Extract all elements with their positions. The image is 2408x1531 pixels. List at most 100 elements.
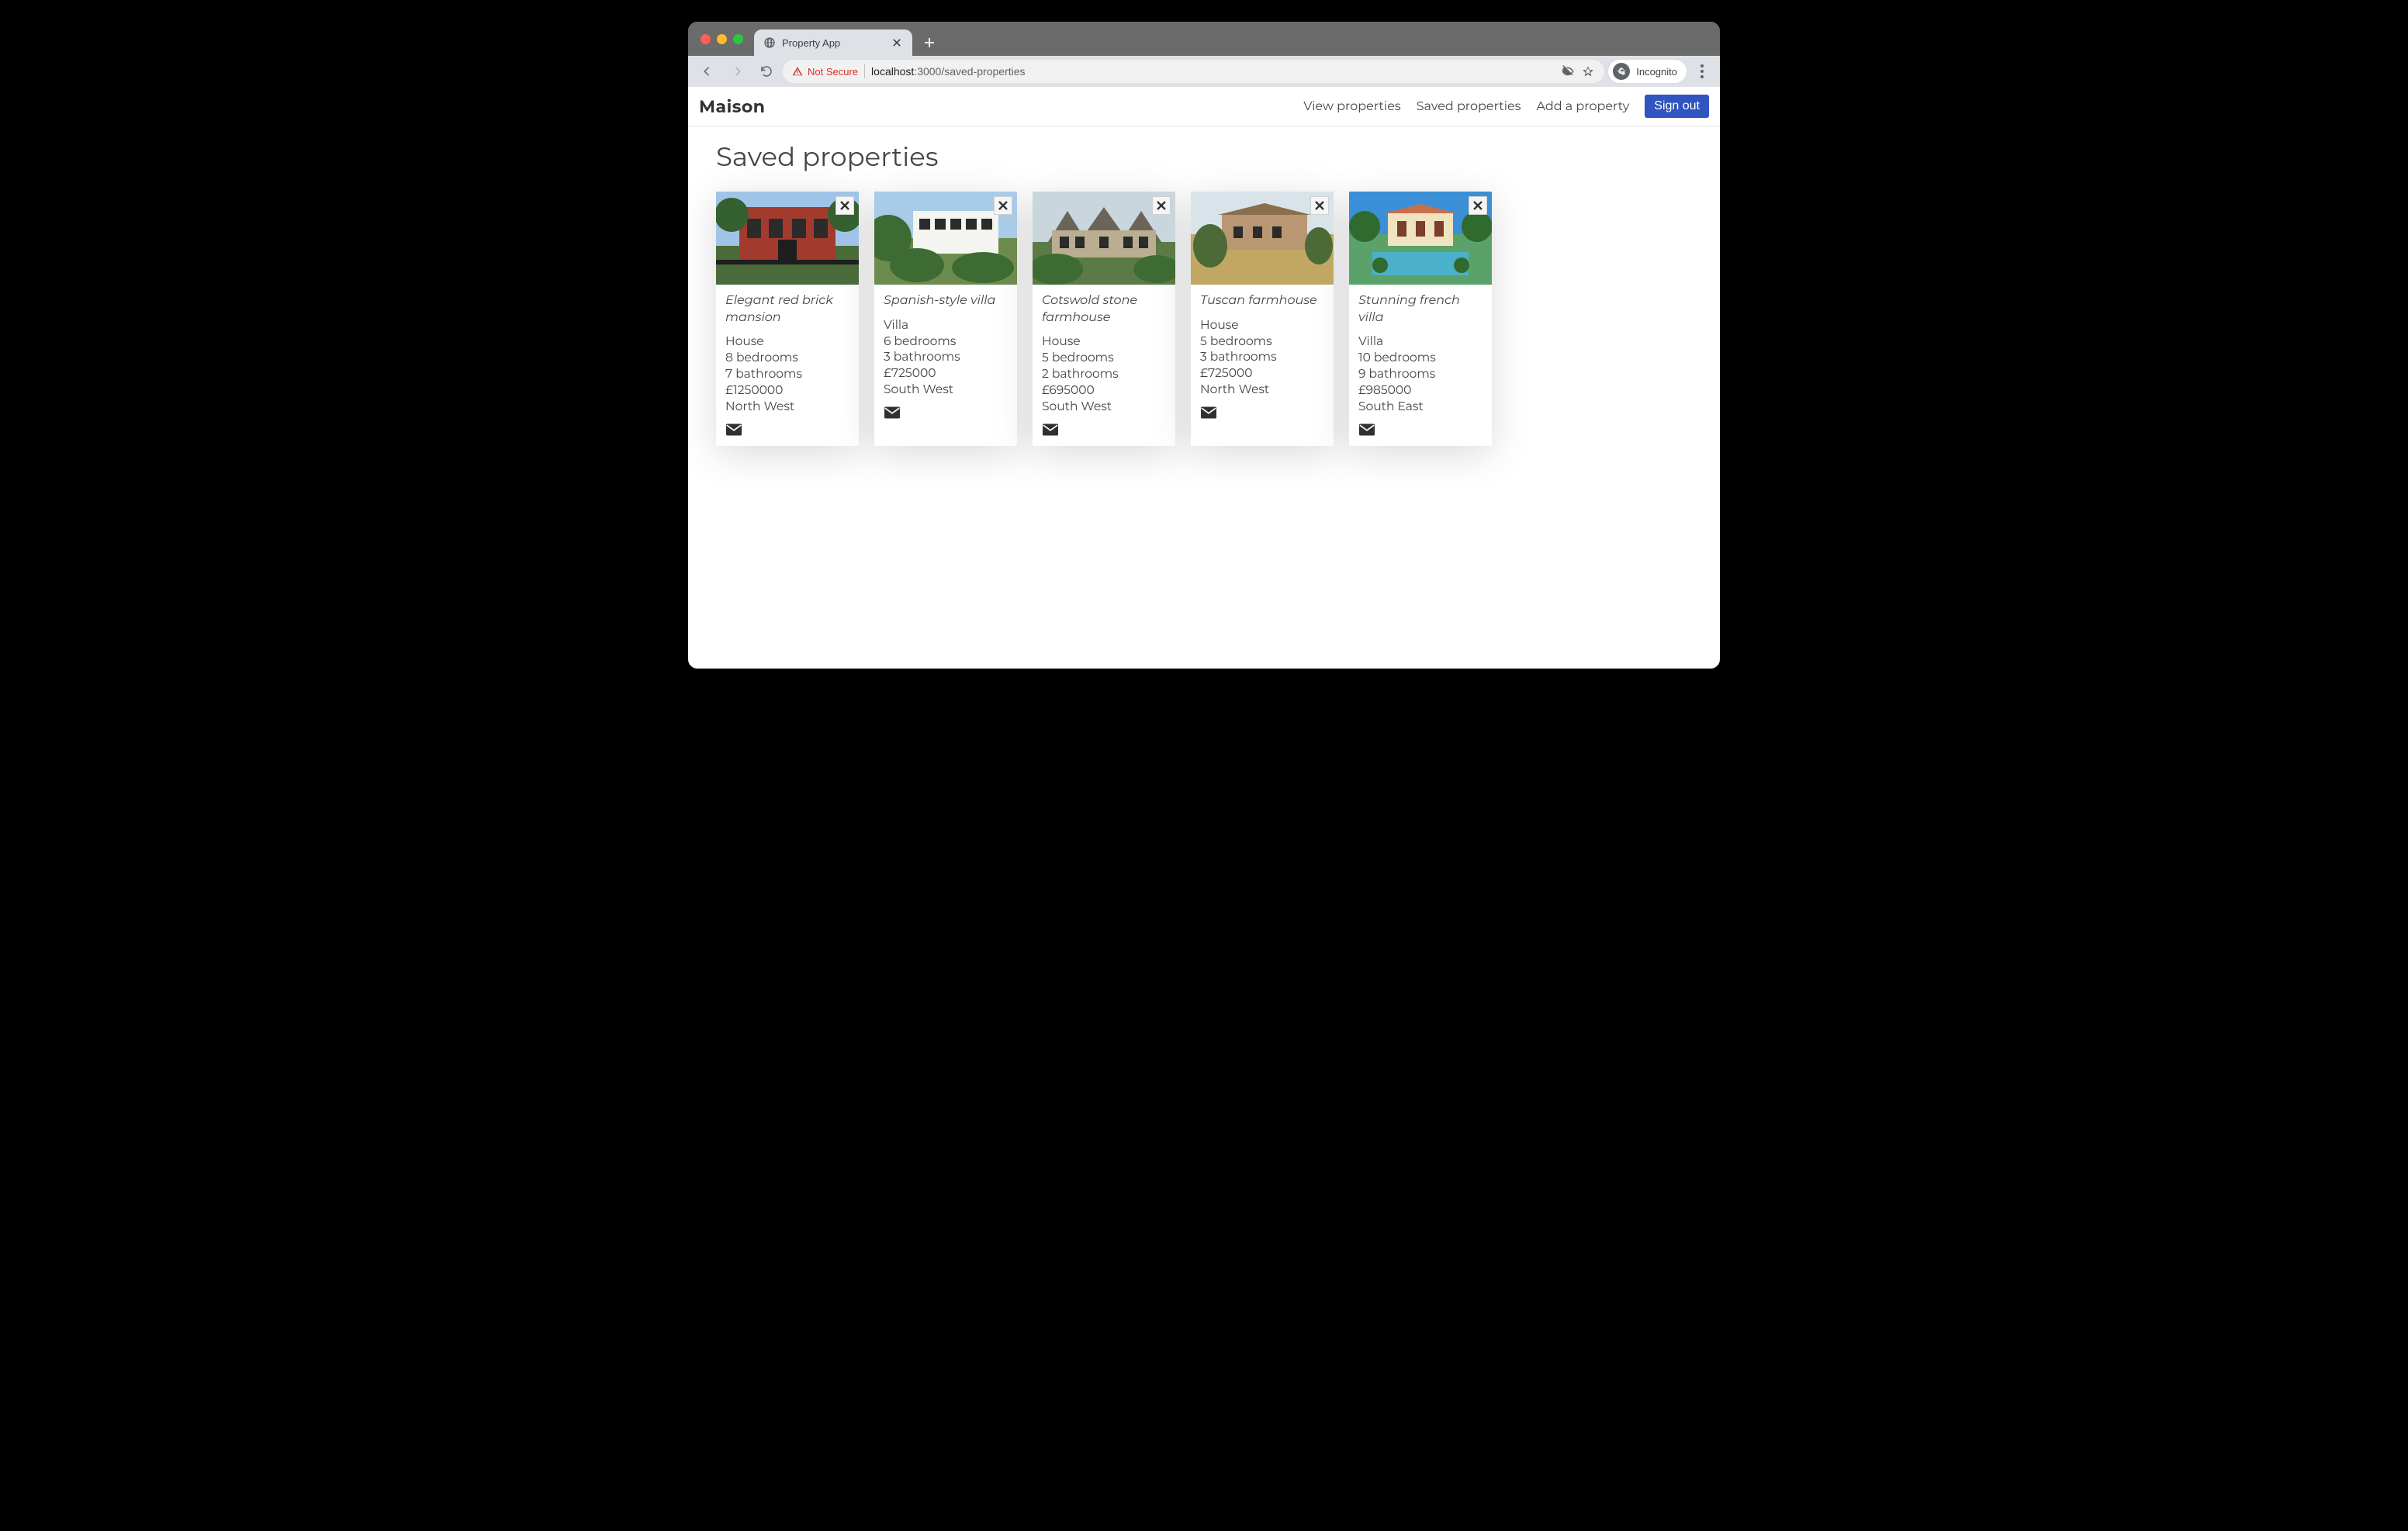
property-price: £1250000: [725, 382, 849, 399]
property-region: South West: [884, 382, 1008, 398]
sign-out-button[interactable]: Sign out: [1645, 95, 1709, 118]
nav-view-properties[interactable]: View properties: [1303, 99, 1400, 114]
property-image: [874, 192, 1017, 285]
page-title: Saved properties: [716, 140, 1692, 173]
browser-tab[interactable]: Property App: [754, 29, 912, 56]
remove-button[interactable]: [1152, 196, 1171, 215]
property-image: [1349, 192, 1492, 285]
mail-icon: [884, 406, 900, 419]
profile-label: Incognito: [1636, 66, 1677, 78]
nav-saved-properties[interactable]: Saved properties: [1417, 99, 1521, 114]
email-button[interactable]: [725, 423, 742, 437]
window-minimize-button[interactable]: [717, 34, 727, 44]
address-bar[interactable]: Not Secure localhost:3000/saved-properti…: [783, 60, 1604, 83]
property-image: [716, 192, 859, 285]
property-bedrooms: 5 bedrooms: [1200, 334, 1324, 350]
bookmark-star-icon[interactable]: [1581, 64, 1595, 78]
url-path: :3000/saved-properties: [914, 65, 1025, 78]
property-card: Spanish-style villa Villa 6 bedrooms 3 b…: [874, 192, 1017, 446]
property-bathrooms: 7 bathrooms: [725, 366, 849, 382]
tab-close-button[interactable]: [891, 36, 903, 49]
property-title: Elegant red brick mansion: [725, 292, 849, 326]
new-tab-button[interactable]: [919, 32, 940, 54]
email-button[interactable]: [884, 406, 901, 420]
property-details: House 5 bedrooms 2 bathrooms £695000 Sou…: [1042, 334, 1166, 415]
page-content: Saved properties: [688, 126, 1720, 477]
property-card: Stunning french villa Villa 10 bedrooms …: [1349, 192, 1492, 446]
property-price: £985000: [1358, 382, 1483, 399]
property-bathrooms: 2 bathrooms: [1042, 366, 1166, 382]
email-button[interactable]: [1358, 423, 1375, 437]
property-title: Stunning french villa: [1358, 292, 1483, 326]
forward-button[interactable]: [724, 60, 750, 83]
mail-icon: [1201, 406, 1216, 419]
globe-icon: [763, 36, 776, 49]
window-controls: [697, 22, 754, 56]
property-title: Spanish-style villa: [884, 292, 1008, 309]
property-card: Tuscan farmhouse House 5 bedrooms 3 bath…: [1191, 192, 1334, 446]
eye-off-icon[interactable]: [1561, 64, 1575, 78]
brand-logo[interactable]: Maison: [699, 96, 766, 117]
back-button[interactable]: [694, 60, 721, 83]
property-image: [1191, 192, 1334, 285]
window-maximize-button[interactable]: [733, 34, 743, 44]
property-bathrooms: 3 bathrooms: [1200, 349, 1324, 365]
property-image: [1033, 192, 1175, 285]
reload-button[interactable]: [753, 60, 780, 83]
remove-button[interactable]: [1310, 196, 1329, 215]
property-bedrooms: 8 bedrooms: [725, 350, 849, 366]
remove-button[interactable]: [1469, 196, 1487, 215]
page-viewport: Maison View properties Saved properties …: [688, 87, 1720, 669]
property-title: Cotswold stone farmhouse: [1042, 292, 1166, 326]
security-indicator[interactable]: Not Secure: [792, 66, 858, 78]
property-region: South West: [1042, 399, 1166, 415]
mail-icon: [1043, 423, 1058, 436]
mail-icon: [726, 423, 742, 436]
close-icon: [1473, 201, 1483, 210]
property-bedrooms: 6 bedrooms: [884, 334, 1008, 350]
email-button[interactable]: [1042, 423, 1059, 437]
url-text: localhost:3000/saved-properties: [871, 65, 1025, 78]
property-type: Villa: [1358, 334, 1483, 350]
main-nav: View properties Saved properties Add a p…: [1303, 95, 1709, 118]
property-bedrooms: 10 bedrooms: [1358, 350, 1483, 366]
divider: [864, 64, 865, 78]
property-price: £725000: [884, 365, 1008, 382]
property-card: Elegant red brick mansion House 8 bedroo…: [716, 192, 859, 446]
browser-menu-button[interactable]: [1690, 60, 1714, 83]
tab-strip: Property App: [688, 22, 1720, 56]
property-type: House: [1042, 334, 1166, 350]
app-header: Maison View properties Saved properties …: [688, 87, 1720, 126]
mail-icon: [1359, 423, 1375, 436]
property-card: Cotswold stone farmhouse House 5 bedroom…: [1033, 192, 1175, 446]
property-grid: Elegant red brick mansion House 8 bedroo…: [716, 192, 1692, 446]
property-price: £725000: [1200, 365, 1324, 382]
close-icon: [840, 201, 849, 210]
email-button[interactable]: [1200, 406, 1217, 420]
remove-button[interactable]: [836, 196, 854, 215]
property-bedrooms: 5 bedrooms: [1042, 350, 1166, 366]
close-icon: [998, 201, 1008, 210]
nav-add-property[interactable]: Add a property: [1537, 99, 1630, 114]
property-details: Villa 10 bedrooms 9 bathrooms £985000 So…: [1358, 334, 1483, 415]
browser-window: Property App Not Se: [688, 22, 1720, 669]
property-type: Villa: [884, 317, 1008, 334]
close-icon: [1315, 201, 1324, 210]
property-region: North West: [1200, 382, 1324, 398]
close-icon: [1157, 201, 1166, 210]
property-details: House 8 bedrooms 7 bathrooms £1250000 No…: [725, 334, 849, 415]
toolbar: Not Secure localhost:3000/saved-properti…: [688, 56, 1720, 87]
profile-chip[interactable]: Incognito: [1607, 59, 1687, 84]
remove-button[interactable]: [994, 196, 1012, 215]
property-details: Villa 6 bedrooms 3 bathrooms £725000 Sou…: [884, 317, 1008, 399]
property-price: £695000: [1042, 382, 1166, 399]
property-title: Tuscan farmhouse: [1200, 292, 1324, 309]
warning-icon: [792, 66, 803, 77]
property-region: North West: [725, 399, 849, 415]
security-label: Not Secure: [808, 66, 858, 78]
incognito-icon: [1613, 63, 1630, 80]
url-host: localhost: [871, 65, 914, 78]
property-bathrooms: 3 bathrooms: [884, 349, 1008, 365]
window-close-button[interactable]: [701, 34, 711, 44]
property-type: House: [1200, 317, 1324, 334]
